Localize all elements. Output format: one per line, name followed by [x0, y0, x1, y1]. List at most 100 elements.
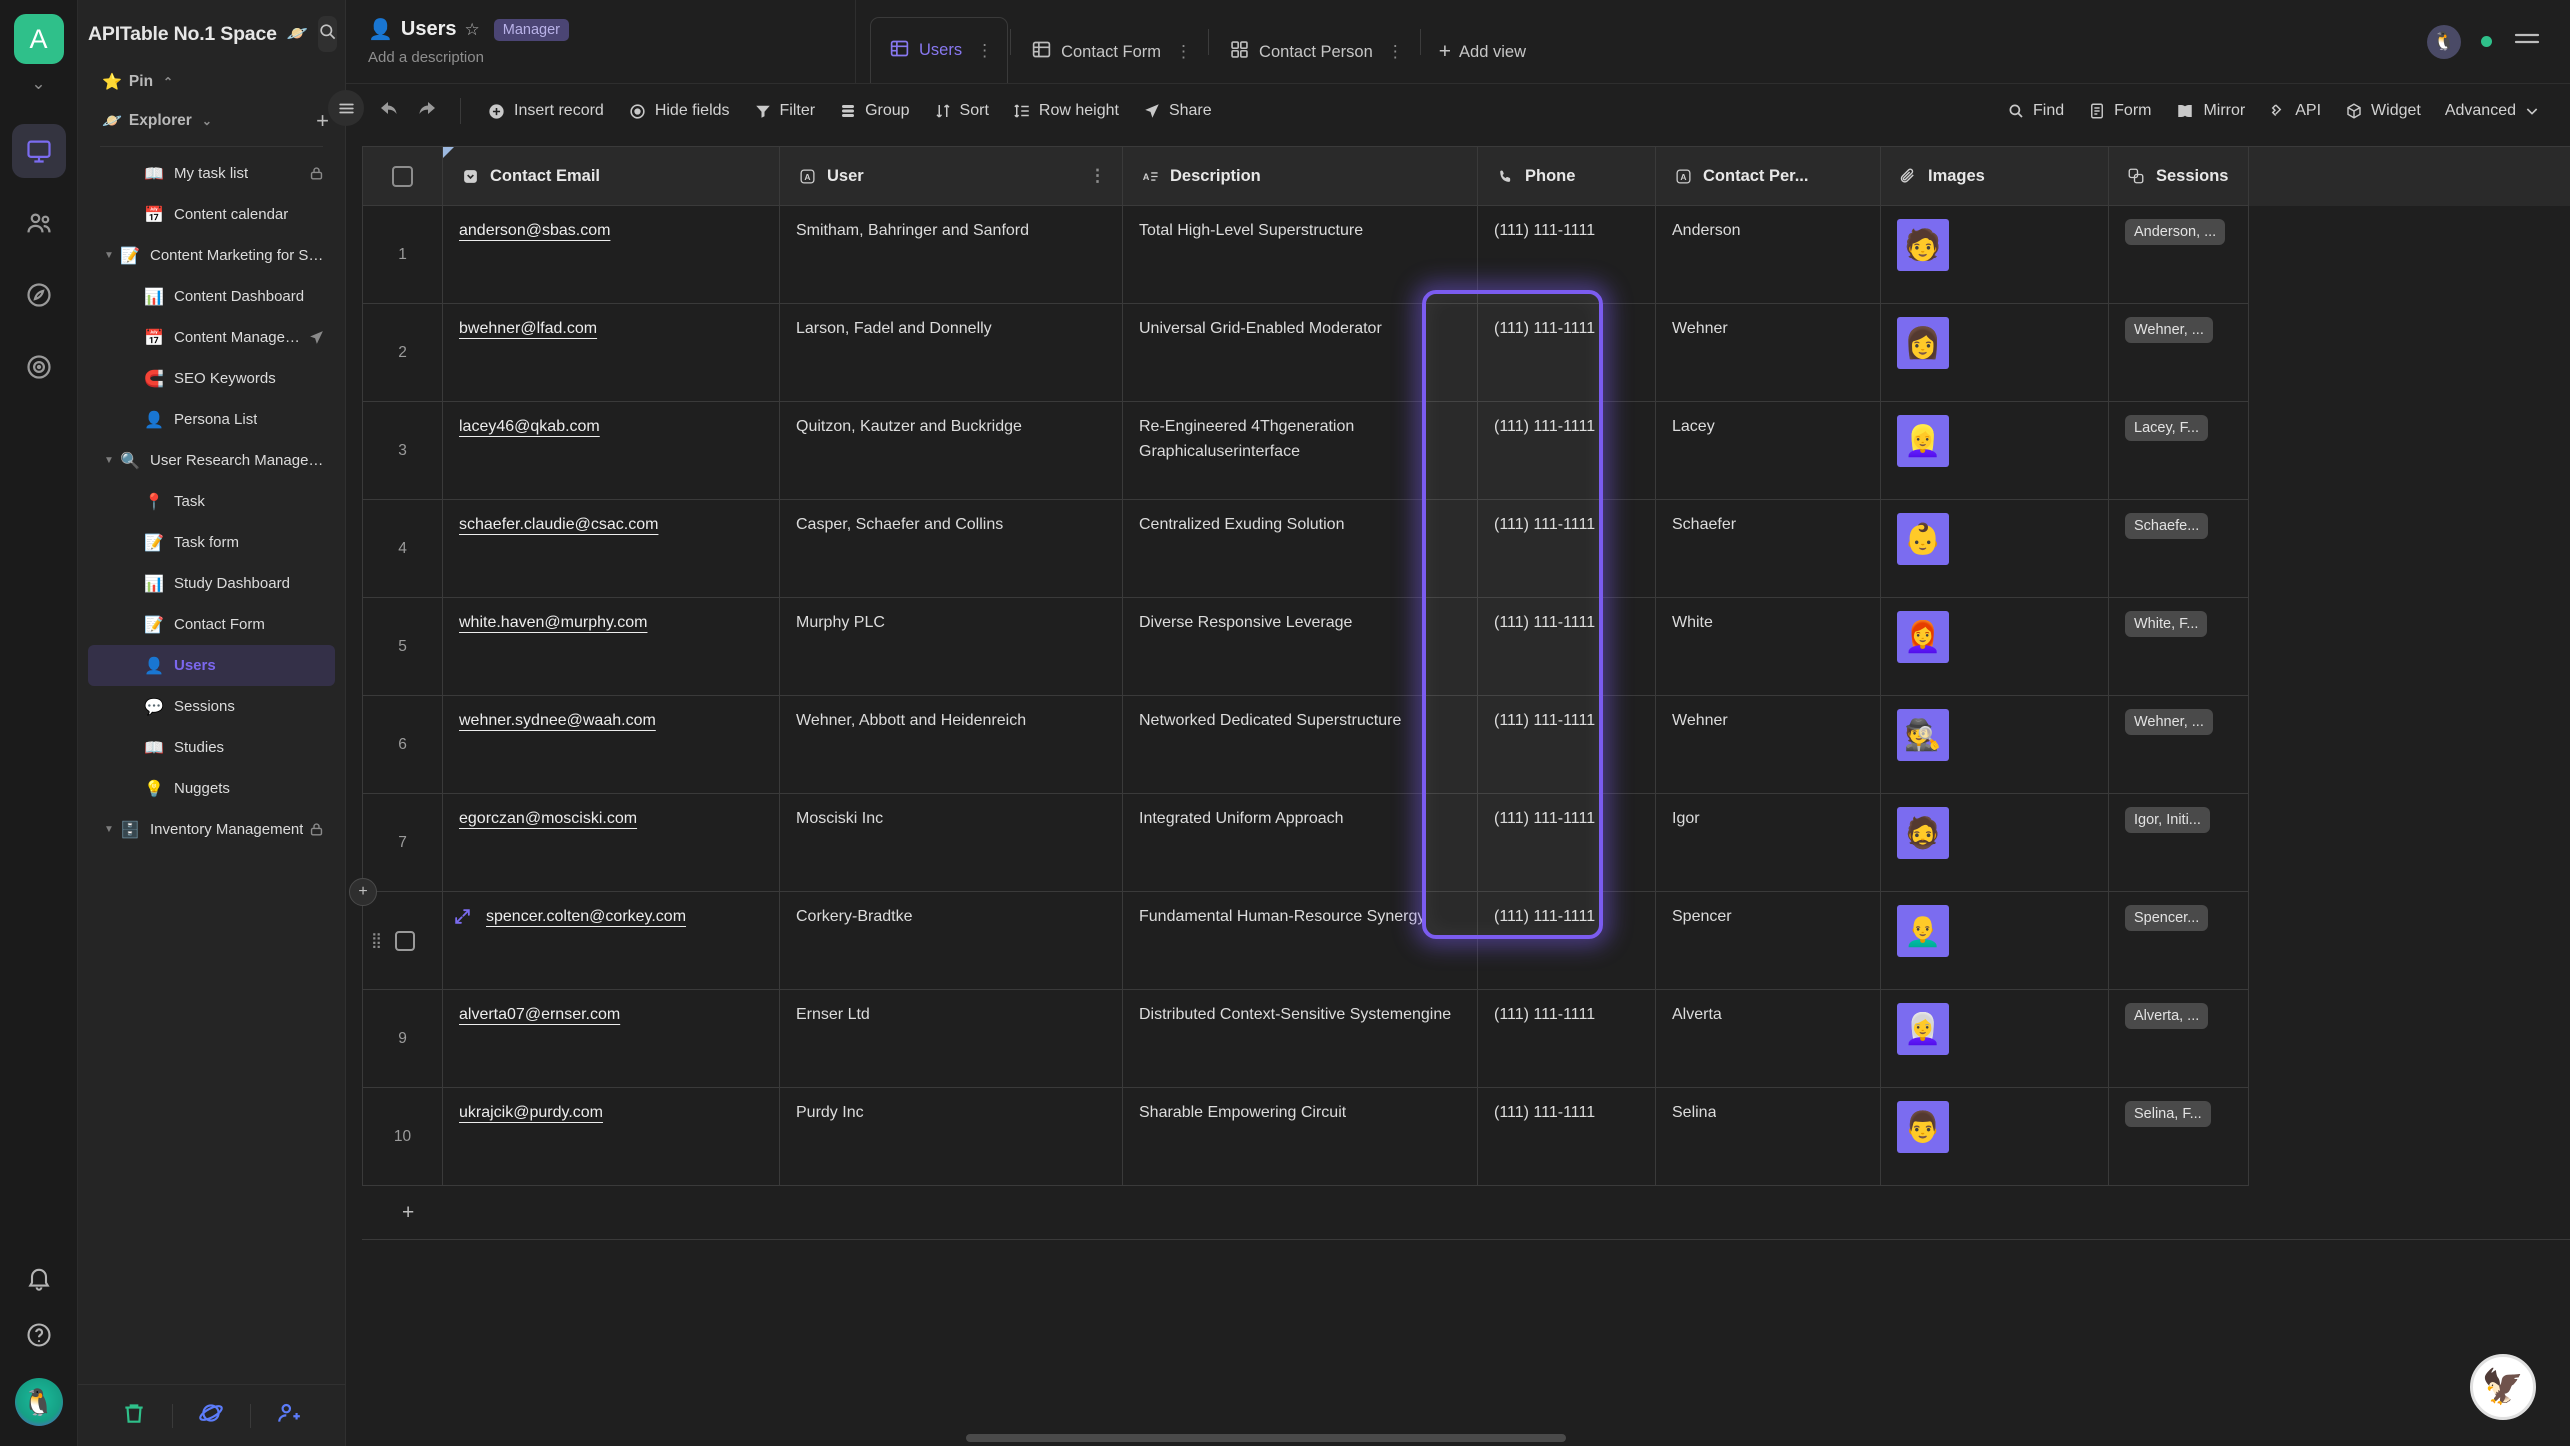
linked-record-chip[interactable]: Wehner, ...	[2125, 317, 2213, 343]
undo-button[interactable]	[370, 94, 408, 128]
cell-email[interactable]: schaefer.claudie@csac.com	[443, 500, 780, 598]
linked-record-chip[interactable]: Selina, F...	[2125, 1101, 2211, 1127]
row-height-button[interactable]: Row height	[1001, 95, 1131, 127]
sidebar-item-studies[interactable]: ▼📖Studies	[88, 727, 335, 768]
cell-images[interactable]: 🧑	[1881, 206, 2109, 304]
cell-desc[interactable]: Sharable Empowering Circuit	[1123, 1088, 1478, 1186]
email-link[interactable]: wehner.sydnee@waah.com	[459, 712, 656, 729]
column-header-desc[interactable]: A Description	[1123, 147, 1478, 206]
email-link[interactable]: ukrajcik@purdy.com	[459, 1104, 603, 1121]
cell-cperson[interactable]: Igor	[1656, 794, 1881, 892]
help-icon[interactable]	[25, 1321, 53, 1354]
triangle-down-icon[interactable]: ▼	[100, 250, 118, 261]
cell-num[interactable]: + ⣿	[349, 878, 443, 990]
cell-cperson[interactable]: White	[1656, 598, 1881, 696]
advanced-button[interactable]: Advanced	[2433, 95, 2552, 127]
column-header-email[interactable]: Contact Email	[443, 147, 780, 206]
cell-images[interactable]: 🕵️	[1881, 696, 2109, 794]
sidebar-item-persona-list[interactable]: ▼👤Persona List	[88, 399, 335, 440]
explorer-section[interactable]: 🪐 Explorer ⌄ +	[78, 100, 345, 142]
tab-menu-icon[interactable]: ⋮	[1175, 42, 1192, 62]
cell-user[interactable]: Ernser Ltd	[780, 990, 1123, 1088]
cell-user[interactable]: Larson, Fadel and Donnelly	[780, 304, 1123, 402]
cell-images[interactable]: 👨	[1881, 1088, 2109, 1186]
insert-record-button[interactable]: Insert record	[475, 95, 616, 128]
send-icon[interactable]	[308, 329, 325, 346]
sidebar-item-my-task-list[interactable]: ▼📖My task list	[88, 153, 335, 194]
cell-images[interactable]: 👱‍♀️	[1881, 402, 2109, 500]
sidebar-item-user-research-management[interactable]: ▼ 🔍 User Research Management	[88, 440, 335, 481]
add-record-row[interactable]: +	[362, 1186, 2570, 1240]
sidebar-item-space[interactable]	[12, 340, 66, 394]
find-button[interactable]: Find	[1995, 95, 2076, 127]
cell-session[interactable]: Wehner, ...	[2109, 696, 2249, 794]
cell-desc[interactable]: Distributed Context-Sensitive Systemengi…	[1123, 990, 1478, 1088]
attachment-thumbnail[interactable]: 🧑	[1897, 219, 1949, 271]
cell-email[interactable]: wehner.sydnee@waah.com	[443, 696, 780, 794]
group-button[interactable]: Group	[827, 95, 921, 127]
sidebar-item-members[interactable]	[12, 196, 66, 250]
triangle-down-icon[interactable]: ▼	[100, 455, 118, 466]
row-checkbox[interactable]	[395, 930, 415, 951]
user-avatar[interactable]: 🐧	[14, 1378, 63, 1426]
column-header-images[interactable]: Images	[1881, 147, 2109, 206]
attachment-thumbnail[interactable]: 👱‍♀️	[1897, 415, 1949, 467]
space-name[interactable]: APITable No.1 Space	[88, 23, 277, 46]
table-row[interactable]: 5 white.haven@murphy.com Murphy PLC Diverse…	[363, 598, 2570, 696]
email-link[interactable]: spencer.colten@corkey.com	[486, 905, 686, 928]
cell-user[interactable]: Wehner, Abbott and Heidenreich	[780, 696, 1123, 794]
email-link[interactable]: bwehner@lfad.com	[459, 320, 597, 337]
table-row[interactable]: 3 lacey46@qkab.com Quitzon, Kautzer and Bu…	[363, 402, 2570, 500]
attachment-thumbnail[interactable]: 👶	[1897, 513, 1949, 565]
cell-phone[interactable]: (111) 111-1111	[1478, 304, 1656, 402]
cell-user[interactable]: Quitzon, Kautzer and Buckridge	[780, 402, 1123, 500]
email-link[interactable]: schaefer.claudie@csac.com	[459, 516, 658, 533]
column-header-session[interactable]: Sessions	[2109, 147, 2249, 206]
linked-record-chip[interactable]: Spencer...	[2125, 905, 2209, 931]
table-row[interactable]: + ⣿ spencer.colten@corkey.com Corkery-Bradt…	[349, 878, 2570, 990]
linked-record-chip[interactable]: Anderson, ...	[2125, 219, 2226, 245]
select-all-checkbox[interactable]	[392, 165, 413, 187]
email-link[interactable]: egorczan@mosciski.com	[459, 810, 637, 827]
cell-phone[interactable]: (111) 111-1111	[1478, 598, 1656, 696]
cell-cperson[interactable]: Lacey	[1656, 402, 1881, 500]
cell-user[interactable]: Mosciski Inc	[780, 794, 1123, 892]
tab-contact-person[interactable]: Contact Person ⋮	[1211, 21, 1418, 83]
table-row[interactable]: 2 bwehner@lfad.com Larson, Fadel and Donne…	[363, 304, 2570, 402]
tab-menu-icon[interactable]: ⋮	[976, 41, 993, 61]
email-link[interactable]: alverta07@ernser.com	[459, 1006, 620, 1023]
share-button[interactable]: Share	[1131, 95, 1224, 127]
column-header-num[interactable]	[363, 147, 443, 206]
cell-session[interactable]: Anderson, ...	[2109, 206, 2249, 304]
cell-desc[interactable]: Fundamental Human-Resource Synergy	[1123, 892, 1478, 990]
cell-email[interactable]: bwehner@lfad.com	[443, 304, 780, 402]
sidebar-item-workbench[interactable]	[11, 124, 66, 178]
cell-cperson[interactable]: Wehner	[1656, 696, 1881, 794]
invite-icon[interactable]	[276, 1400, 302, 1431]
avatar[interactable]: 🐧	[2427, 24, 2461, 59]
cell-num[interactable]: 2	[363, 304, 443, 402]
cell-session[interactable]: Wehner, ...	[2109, 304, 2249, 402]
filter-button[interactable]: Filter	[742, 95, 828, 127]
cell-email[interactable]: lacey46@qkab.com	[443, 402, 780, 500]
cell-num[interactable]: 7	[363, 794, 443, 892]
hide-fields-button[interactable]: Hide fields	[616, 95, 742, 128]
table-row[interactable]: 10 ukrajcik@purdy.com Purdy Inc Sharable Em…	[363, 1088, 2570, 1186]
cell-session[interactable]: Schaefe...	[2109, 500, 2249, 598]
attachment-thumbnail[interactable]: 👩	[1897, 317, 1949, 369]
cell-user[interactable]: Corkery-Bradtke	[780, 892, 1123, 990]
page-title[interactable]: Users	[401, 18, 457, 41]
cell-cperson[interactable]: Schaefer	[1656, 500, 1881, 598]
drag-handle-icon[interactable]: ⣿	[371, 933, 383, 948]
trash-icon[interactable]	[121, 1400, 147, 1431]
mirror-button[interactable]: Mirror	[2163, 95, 2257, 127]
sidebar-item-nuggets[interactable]: ▼💡Nuggets	[88, 768, 335, 809]
add-view-button[interactable]: + Add view	[1423, 21, 1542, 83]
cell-email[interactable]: white.haven@murphy.com	[443, 598, 780, 696]
cell-desc[interactable]: Re-Engineered 4Thgeneration Graphicaluse…	[1123, 402, 1478, 500]
attachment-thumbnail[interactable]: 👩‍🦳	[1897, 1003, 1949, 1055]
cell-cperson[interactable]: Selina	[1656, 1088, 1881, 1186]
cell-session[interactable]: Alverta, ...	[2109, 990, 2249, 1088]
cell-session[interactable]: Lacey, F...	[2109, 402, 2249, 500]
column-header-user[interactable]: A User ⋮	[780, 147, 1123, 206]
